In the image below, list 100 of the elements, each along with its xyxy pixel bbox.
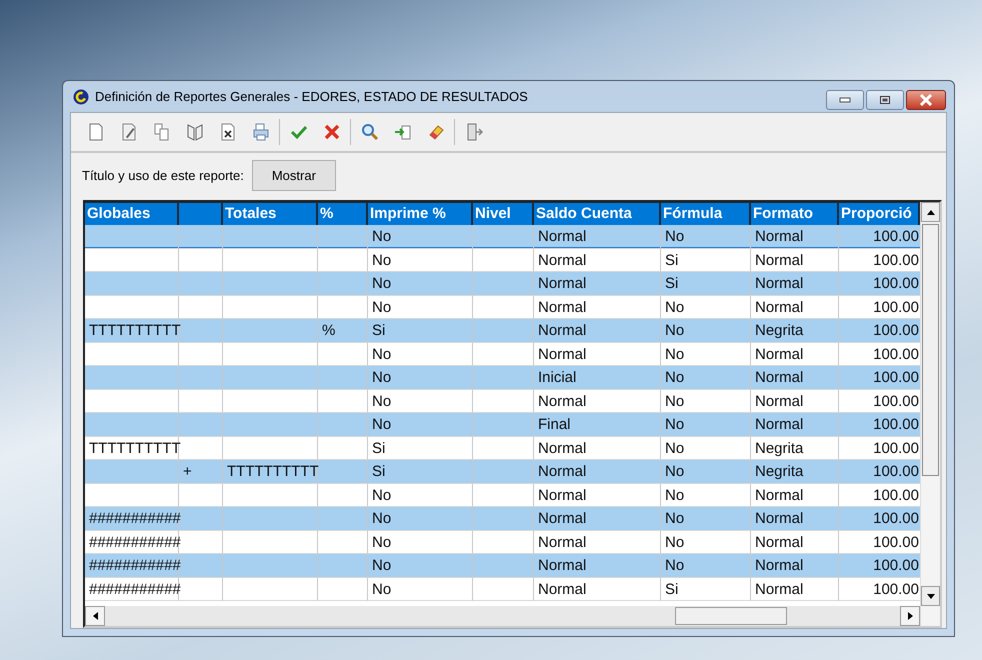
maximize-icon [879,95,891,105]
table-cell: No [372,580,392,598]
copy-pages-icon [152,122,172,142]
table-cell: Si [372,463,386,480]
close-button[interactable] [906,90,946,110]
table-cell: Normal [755,392,804,410]
table-cell: 100.00 [873,580,919,598]
table-cell: No [372,416,392,433]
table-row[interactable]: TTTTTTTTTT % Si Normal No Negrita 100.00 [85,319,920,342]
table-cell: No [665,463,684,480]
table-row[interactable]: No Normal No Normal 100.00 [85,342,920,366]
app-logo-icon [73,88,89,104]
table-cell: 100.00 [873,557,919,574]
printer-icon [250,122,270,142]
table-row[interactable]: ########### No Normal No Normal 100.00 [85,530,920,554]
table-row[interactable]: No Normal No Normal 100.00 [85,225,920,248]
horizontal-scrollbar[interactable] [85,606,920,626]
table-cell: No [665,440,684,456]
table-row[interactable]: + TTTTTTTTTT Si Normal No Negrita 100.00 [85,460,920,484]
table-cell: No [665,510,684,527]
table-cell: 100.00 [873,392,919,410]
table-cell: No [665,346,684,362]
table-cell: Normal [538,557,586,574]
vertical-scrollbar[interactable] [920,202,940,626]
table-cell: Normal [755,369,804,386]
table-cell: No [372,510,392,527]
table-cell: Normal [538,510,586,527]
table-cell: Negrita [755,463,804,480]
table-cell: 100.00 [873,416,919,433]
table-row[interactable]: No Normal Si Normal 100.00 [85,272,920,296]
table-cell: No [372,486,392,504]
table-cell: Normal [538,534,586,550]
table-cell: Normal [755,534,804,550]
table-row[interactable]: ########### No Normal Si Normal 100.00 [85,578,920,601]
maximize-button[interactable] [866,90,904,110]
table-cell: Si [372,322,386,339]
table-cell: % [322,322,336,339]
table-cell: 100.00 [873,440,919,456]
table-cell: Normal [538,322,586,339]
table-cell: No [372,534,392,550]
table-cell: No [372,298,392,316]
table-cell: Normal [755,557,804,574]
table-row[interactable]: ########### No Normal No Normal 100.00 [85,554,920,578]
table-cell: Normal [755,228,804,245]
table-cell: TTTTTTTTTT [227,463,319,480]
table-cell: Si [372,440,386,456]
table-cell: Normal [538,580,586,598]
table-cell: 100.00 [873,322,919,339]
table-cell: No [665,228,684,245]
table-cell: Normal [538,486,586,504]
table-cell: No [372,275,392,292]
table-cell: Normal [538,228,586,245]
table-cell: Si [665,252,678,268]
table-cell: No [665,369,684,386]
table-cell: ########### [89,580,181,598]
table-cell: Inicial [538,369,576,386]
table-cell: No [665,486,684,504]
table-row[interactable]: No Final No Normal 100.00 [85,413,920,436]
table-cell: 100.00 [873,228,919,245]
table-row[interactable]: No Normal No Normal 100.00 [85,484,920,507]
table-row[interactable]: No Inicial No Normal 100.00 [85,366,920,390]
table-cell: No [665,416,684,433]
window-title: Definición de Reportes Generales - EDORES, ESTADO DE RESULTADOS [95,89,529,104]
table-cell: No [372,252,392,268]
table-cell: 100.00 [873,275,919,292]
show-button[interactable]: Mostrar [252,160,336,191]
table-row[interactable]: TTTTTTTTTT Si Normal No Negrita 100.00 [85,436,920,460]
table-row[interactable]: No Normal No Normal 100.00 [85,390,920,413]
table-cell: No [372,346,392,362]
table-cell: Si [665,580,678,598]
close-icon [919,94,933,106]
table-cell: Normal [755,580,804,598]
table-cell: No [665,557,684,574]
table-cell: 100.00 [873,346,919,362]
table-cell: ########### [89,534,181,550]
table-row[interactable]: No Normal No Normal 100.00 [85,296,920,319]
table-cell: TTTTTTTTTT [89,322,181,339]
table-cell: Normal [538,252,586,268]
table-cell: Normal [538,298,586,316]
table-cell: + [183,463,192,480]
book-icon [184,122,204,142]
scroll-down-icon [926,594,934,598]
table-cell: Normal [538,392,586,410]
table-cell: Normal [755,416,804,433]
table-cell: No [372,557,392,574]
table-cell: No [665,392,684,410]
minimize-button[interactable] [826,90,864,110]
table-cell: Final [538,416,571,433]
table-row[interactable]: No Normal Si Normal 100.00 [85,248,920,272]
scroll-right-icon [908,612,912,620]
table-row[interactable]: ########### No Normal No Normal 100.00 [85,507,920,530]
table-cell: ########### [89,557,181,574]
table-cell: 100.00 [873,298,919,316]
table-cell: No [665,322,684,339]
search-icon [360,122,380,142]
table-cell: Normal [755,275,804,292]
table-cell: TTTTTTTTTT [89,440,181,456]
scroll-up-icon [926,210,934,214]
table-cell: 100.00 [873,510,919,527]
table-cell: Normal [755,252,804,268]
